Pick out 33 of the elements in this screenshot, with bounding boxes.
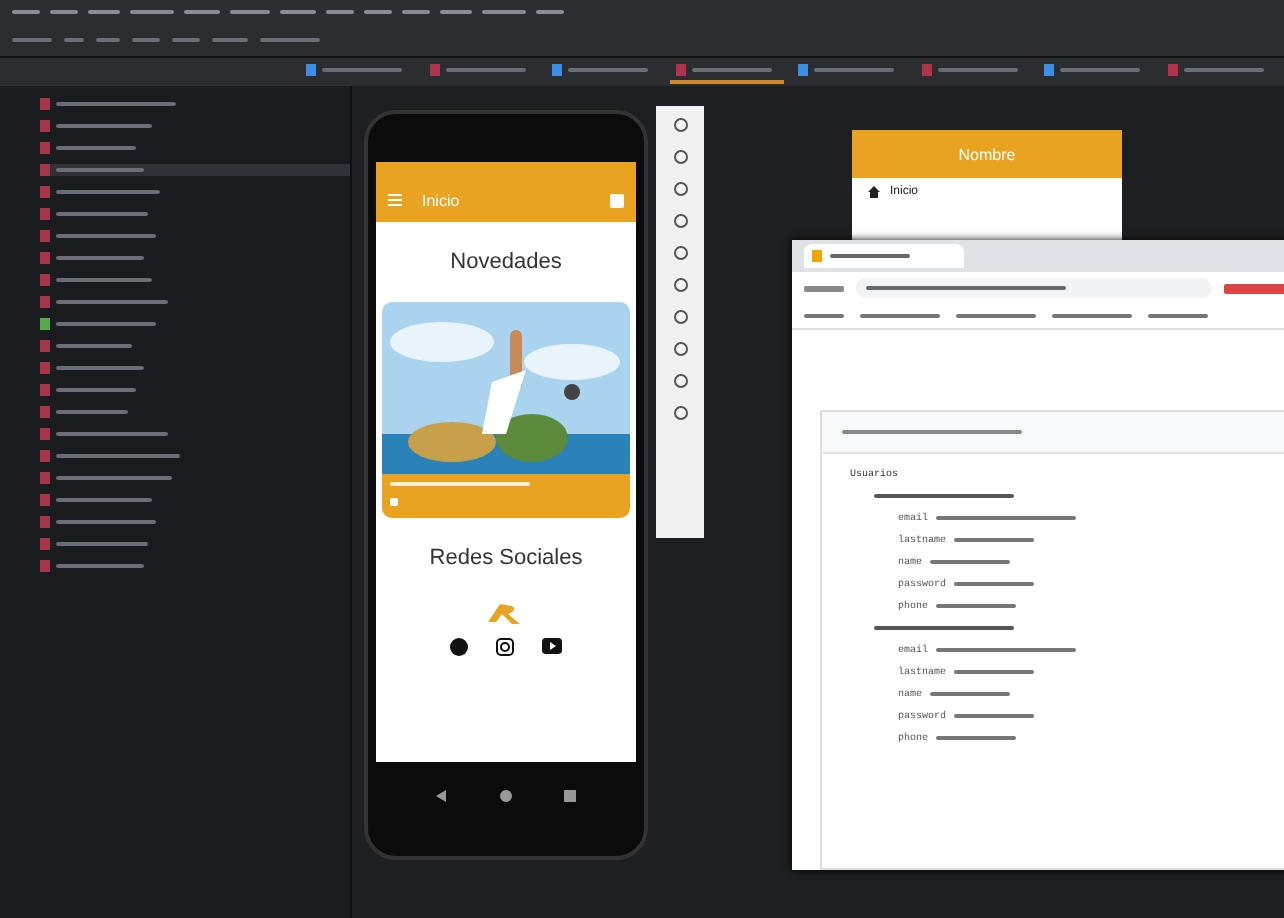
tool-icon[interactable] <box>673 278 687 292</box>
tool-icon[interactable] <box>673 342 687 356</box>
section-heading: Redes Sociales <box>429 546 583 570</box>
tool-icon[interactable] <box>673 214 687 228</box>
file-icon <box>798 64 808 76</box>
browser-tab[interactable] <box>804 244 964 268</box>
file-icon <box>1167 64 1177 76</box>
file-icon <box>675 64 685 76</box>
file-icon <box>552 64 562 76</box>
youtube-icon[interactable] <box>542 638 562 654</box>
drawer-header: Nombre <box>852 130 1122 178</box>
instagram-icon[interactable] <box>496 638 514 656</box>
tool-icon[interactable] <box>673 310 687 324</box>
home-icon <box>868 186 880 198</box>
tool-icon[interactable] <box>673 406 687 420</box>
tool-icon[interactable] <box>673 374 687 388</box>
file-icon <box>812 250 822 262</box>
tool-icon[interactable] <box>673 150 687 164</box>
tool-icon[interactable] <box>673 182 687 196</box>
file-icon <box>1044 64 1054 76</box>
tool-icon[interactable] <box>673 246 687 260</box>
file-icon <box>306 64 316 76</box>
tool-icon[interactable] <box>673 118 687 132</box>
news-card[interactable] <box>382 302 630 518</box>
file-icon <box>921 64 931 76</box>
home-icon[interactable] <box>500 790 512 802</box>
file-icon <box>429 64 439 76</box>
section-heading: Novedades <box>450 250 562 274</box>
editor-tab[interactable] <box>669 60 784 84</box>
back-icon[interactable] <box>436 790 448 802</box>
facebook-icon[interactable] <box>450 638 468 656</box>
address-bar[interactable] <box>856 278 1212 298</box>
app-title: Inicio <box>422 191 462 209</box>
